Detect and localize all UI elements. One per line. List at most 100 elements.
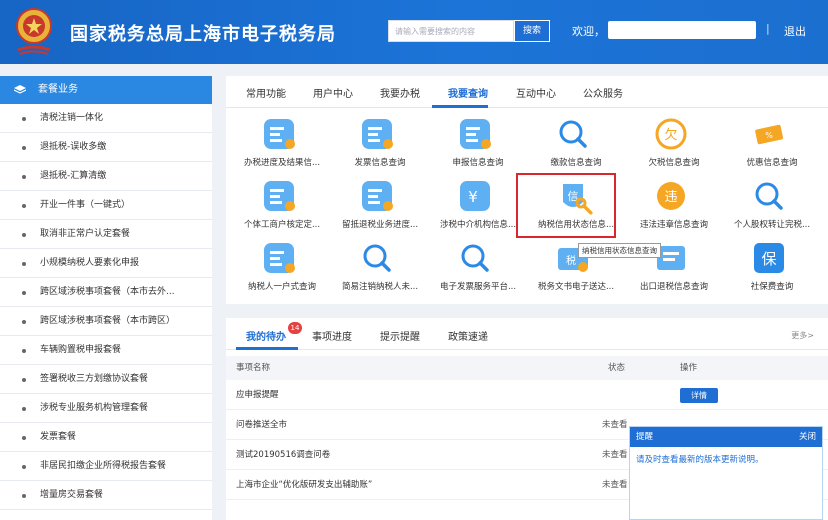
query-item-label: 个人股权转让完税... bbox=[733, 220, 811, 230]
table-header: 事项名称 状态 操作 bbox=[226, 356, 828, 380]
row-name[interactable]: 测试20190516调查问卷 bbox=[236, 440, 330, 470]
sidebar-item[interactable]: 增量房交易套餐 bbox=[0, 481, 212, 510]
header-separator: | bbox=[766, 22, 770, 35]
row-status: 未查看 bbox=[602, 420, 628, 430]
bullet-dot bbox=[22, 204, 26, 208]
sidebar-item[interactable]: 开业一件事（一键式） bbox=[0, 191, 212, 220]
sidebar-item-label: 发票套餐 bbox=[40, 432, 77, 442]
sidebar-item[interactable]: 退抵税-误收多缴 bbox=[0, 133, 212, 162]
query-item[interactable]: 缴款信息查询 bbox=[526, 112, 626, 172]
popup-close-button[interactable]: 关闭 bbox=[799, 427, 816, 447]
active-todo-indicator bbox=[236, 347, 298, 350]
active-tab-indicator bbox=[432, 105, 488, 108]
sidebar-item-label: 跨区域涉税事项套餐（本市去外... bbox=[40, 287, 175, 297]
query-item[interactable]: 办税进度及结果信... bbox=[232, 112, 332, 172]
query-item[interactable]: 留抵退税业务进度... bbox=[330, 174, 430, 234]
query-item[interactable]: 欠欠税信息查询 bbox=[624, 112, 724, 172]
sidebar-list: 清税注销一体化退抵税-误收多缴退抵税-汇算清缴开业一件事（一键式） 取消非正常户认… bbox=[0, 104, 212, 510]
top-header: 国家税务总局上海市电子税务局 请输入需要搜索的内容 搜索 欢迎， | 退出 bbox=[0, 0, 828, 64]
tab-interaction[interactable]: 互动中心 bbox=[516, 85, 556, 100]
business-person-icon bbox=[264, 181, 295, 211]
bullet-dot bbox=[22, 465, 26, 469]
detail-button[interactable]: 详情 bbox=[680, 388, 718, 403]
query-item[interactable]: 违违法违章信息查询 bbox=[624, 174, 724, 234]
query-item-label: 申报信息查询 bbox=[452, 158, 504, 168]
row-name[interactable]: 应申报提醒 bbox=[236, 380, 279, 410]
query-item[interactable]: 纳税人一户式查询 bbox=[232, 236, 332, 296]
sidebar-item[interactable]: 发票套餐 bbox=[0, 423, 212, 452]
sidebar: 套餐业务 清税注销一体化退抵税-误收多缴退抵税-汇算清缴开业一件事（一键式） 取消… bbox=[0, 76, 212, 520]
query-item-label: 涉税中介机构信息... bbox=[439, 220, 517, 230]
bullet-dot bbox=[22, 175, 26, 179]
sidebar-item-label: 非居民扣缴企业所得税报告套餐 bbox=[40, 461, 167, 471]
tax-emblem-icon bbox=[16, 8, 52, 55]
popup-message[interactable]: 请及时查看最新的版本更新说明。 bbox=[630, 447, 822, 471]
query-item[interactable]: 个体工商户核定定... bbox=[232, 174, 332, 234]
query-item-label: 个体工商户核定定... bbox=[243, 220, 321, 230]
sidebar-item[interactable]: 小规模纳税人要素化申报 bbox=[0, 249, 212, 278]
magnifier-icon bbox=[363, 244, 391, 272]
magnifier-icon bbox=[559, 120, 587, 148]
query-item[interactable]: 保社保费查询 bbox=[722, 236, 822, 296]
sidebar-item[interactable]: 清税注销一体化 bbox=[0, 104, 212, 133]
row-name[interactable]: 问卷推送全市 bbox=[236, 410, 287, 440]
tab-user-center[interactable]: 用户中心 bbox=[313, 85, 353, 100]
query-item-label: 发票信息查询 bbox=[354, 158, 406, 168]
tab-common[interactable]: 常用功能 bbox=[246, 85, 286, 100]
popup-title: 提醒 bbox=[636, 432, 654, 442]
query-item-label: 纳税人一户式查询 bbox=[247, 282, 316, 292]
row-name[interactable]: 上海市企业“优化版研发支出辅助账” bbox=[236, 470, 372, 500]
tab-reminders[interactable]: 提示提醒 bbox=[380, 328, 420, 343]
document-status-icon bbox=[264, 119, 295, 149]
row-status: 未查看 bbox=[602, 480, 628, 490]
discount-ticket-icon: % bbox=[755, 124, 784, 145]
invoice-search-icon bbox=[362, 119, 393, 149]
sidebar-item-label: 退抵税-误收多缴 bbox=[40, 142, 107, 152]
reminder-popup: 提醒 关闭 请及时查看最新的版本更新说明。 bbox=[629, 426, 823, 520]
tooltip: 纳税信用状态信息查询 bbox=[578, 243, 661, 258]
sidebar-item[interactable]: 跨区域涉税事项套餐（本市跨区） bbox=[0, 307, 212, 336]
query-item[interactable]: 电子发票服务平台... bbox=[428, 236, 528, 296]
sidebar-item-label: 开业一件事（一键式） bbox=[40, 200, 131, 210]
sidebar-item[interactable]: 车辆购置税申报套餐 bbox=[0, 336, 212, 365]
agency-yuan-icon: ¥ bbox=[460, 181, 490, 211]
query-item[interactable]: 简易注销纳税人未... bbox=[330, 236, 430, 296]
tab-public-service[interactable]: 公众服务 bbox=[583, 85, 623, 100]
svg-text:¥: ¥ bbox=[468, 188, 478, 206]
sidebar-item-label: 取消非正常户认定套餐 bbox=[40, 229, 131, 239]
bullet-dot bbox=[22, 494, 26, 498]
sidebar-item[interactable]: 涉税专业服务机构管理套餐 bbox=[0, 394, 212, 423]
sidebar-item[interactable]: 退抵税-汇算清缴 bbox=[0, 162, 212, 191]
tab-do-tax[interactable]: 我要办税 bbox=[380, 85, 420, 100]
sidebar-item[interactable]: 非居民扣缴企业所得税报告套餐 bbox=[0, 452, 212, 481]
query-item[interactable]: % 优惠信息查询 bbox=[722, 112, 822, 172]
query-item[interactable]: 个人股权转让完税... bbox=[722, 174, 822, 234]
query-item-label: 办税进度及结果信... bbox=[243, 158, 321, 168]
sidebar-item-label: 车辆购置税申报套餐 bbox=[40, 345, 122, 355]
search-input[interactable]: 请输入需要搜索的内容 bbox=[388, 20, 514, 42]
bullet-dot bbox=[22, 291, 26, 295]
tab-query[interactable]: 我要查询 bbox=[448, 85, 488, 100]
tab-progress[interactable]: 事项进度 bbox=[312, 328, 352, 343]
table-row[interactable]: 应申报提醒 详情 bbox=[226, 380, 828, 410]
popup-header: 提醒 关闭 bbox=[630, 427, 822, 447]
logout-link[interactable]: 退出 bbox=[784, 23, 806, 39]
tab-my-todo[interactable]: 我的待办 bbox=[246, 328, 286, 343]
tab-policy[interactable]: 政策速递 bbox=[448, 328, 488, 343]
sidebar-item[interactable]: 签署税收三方划缴协议套餐 bbox=[0, 365, 212, 394]
sidebar-header[interactable]: 套餐业务 bbox=[0, 76, 212, 104]
sidebar-title: 套餐业务 bbox=[38, 84, 78, 95]
svg-text:保: 保 bbox=[761, 250, 776, 268]
sidebar-item[interactable]: 取消非正常户认定套餐 bbox=[0, 220, 212, 249]
layers-icon bbox=[14, 85, 26, 94]
search-button[interactable]: 搜索 bbox=[514, 20, 550, 42]
query-item[interactable]: ¥ 涉税中介机构信息... bbox=[428, 174, 528, 234]
more-link[interactable]: 更多> bbox=[791, 330, 814, 341]
sidebar-item[interactable]: 跨区域涉税事项套餐（本市去外... bbox=[0, 278, 212, 307]
bullet-dot bbox=[22, 349, 26, 353]
site-title: 国家税务总局上海市电子税务局 bbox=[70, 24, 336, 45]
query-item[interactable]: 发票信息查询 bbox=[330, 112, 430, 172]
bullet-dot bbox=[22, 320, 26, 324]
query-item-label: 违法违章信息查询 bbox=[639, 220, 708, 230]
query-item[interactable]: 申报信息查询 bbox=[428, 112, 528, 172]
